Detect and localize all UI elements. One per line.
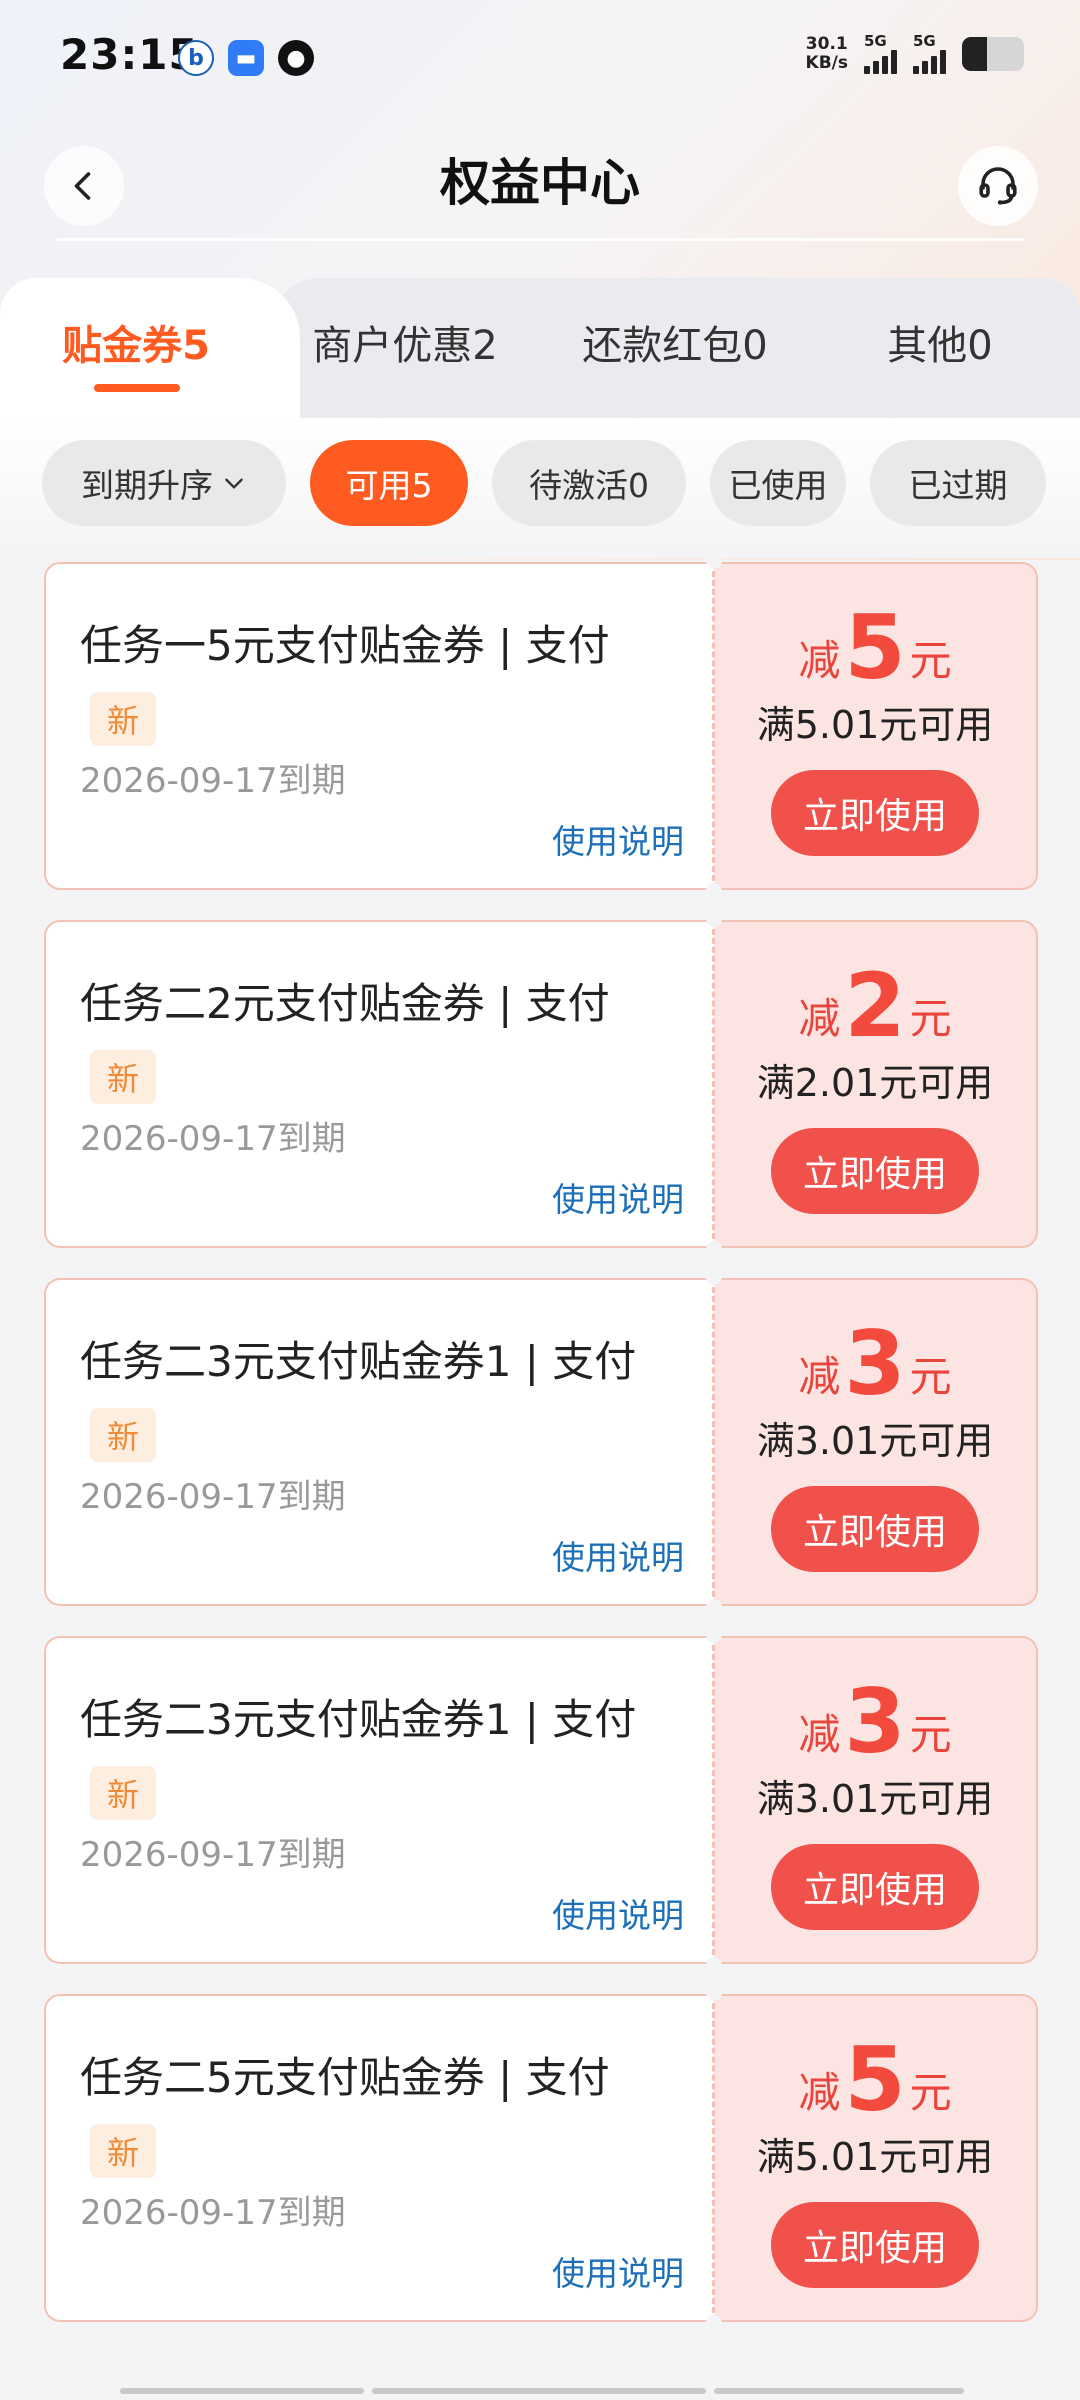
browser-notification-icon: b [178, 40, 214, 76]
message-notification-icon: ▬ [228, 40, 264, 76]
coupon-condition: 满5.01元可用 [756, 2135, 994, 2179]
coupon-expiry: 2026-09-17到期 [80, 1477, 346, 1517]
coupon-title: 任务一5元支付贴金券 | 支付 [80, 621, 610, 670]
qq-notification-icon: ● [278, 40, 314, 76]
discount-unit: 元 [909, 1710, 952, 1759]
coupon-discount: 减 3 元 [798, 1676, 951, 1768]
new-badge: 新 [90, 692, 156, 746]
filter-pending-activation[interactable]: 待激活0 [492, 440, 686, 526]
sim2-label: 5G [913, 32, 936, 50]
discount-amount: 5 [844, 2028, 906, 2131]
coupon-card: 任务二3元支付贴金券1 | 支付 新 2026-09-17到期 使用说明 减 3… [44, 1627, 1038, 1973]
headset-icon [979, 167, 1017, 205]
filter-expired[interactable]: 已过期 [870, 440, 1046, 526]
coupon-discount: 减 5 元 [798, 602, 951, 694]
coupon-title: 任务二3元支付贴金券1 | 支付 [80, 1337, 637, 1386]
coupon-condition: 满3.01元可用 [756, 1777, 994, 1821]
coupon-condition: 满2.01元可用 [756, 1061, 994, 1105]
usage-instructions-link[interactable]: 使用说明 [552, 2252, 684, 2296]
discount-prefix: 减 [798, 1710, 841, 1759]
discount-unit: 元 [909, 636, 952, 685]
category-tabs: 贴金券5 商户优惠2 还款红包0 其他0 [0, 278, 1080, 418]
status-indicators: 30.1 KB/s 5G 5G [806, 32, 1024, 74]
chevron-down-icon [225, 478, 243, 489]
filter-available[interactable]: 可用5 [310, 440, 468, 526]
coupon-discount: 减 2 元 [798, 960, 951, 1052]
coupon-title: 任务二2元支付贴金券 | 支付 [80, 979, 610, 1028]
usage-instructions-link[interactable]: 使用说明 [552, 1178, 684, 1222]
network-speed-value: 30.1 [805, 34, 848, 54]
coupon-discount: 减 3 元 [798, 1318, 951, 1410]
sim1-label: 5G [864, 32, 887, 50]
coupon-list: 任务一5元支付贴金券 | 支付 新 2026-09-17到期 使用说明 减 5 … [44, 553, 1038, 2352]
filter-used[interactable]: 已使用 [710, 440, 846, 526]
coupon-card: 任务一5元支付贴金券 | 支付 新 2026-09-17到期 使用说明 减 5 … [44, 553, 1038, 899]
use-now-button[interactable]: 立即使用 [771, 1844, 979, 1930]
status-bar: 23:15 b ▬ ● 30.1 KB/s 5G 5G [0, 0, 1080, 116]
tab-repayment-red-packets[interactable]: 还款红包0 [565, 318, 785, 374]
coupon-expiry: 2026-09-17到期 [80, 1119, 346, 1159]
discount-amount: 5 [844, 596, 906, 699]
coupon-expiry: 2026-09-17到期 [80, 2193, 346, 2233]
signal-sim2-icon: 5G [913, 32, 946, 74]
tab-merchant-offers[interactable]: 商户优惠2 [300, 318, 510, 374]
coupon-card: 任务二3元支付贴金券1 | 支付 新 2026-09-17到期 使用说明 减 3… [44, 1269, 1038, 1615]
discount-prefix: 减 [798, 994, 841, 1043]
usage-instructions-link[interactable]: 使用说明 [552, 1894, 684, 1938]
coupon-discount: 减 5 元 [798, 2034, 951, 2126]
coupon-title: 任务二3元支付贴金券1 | 支付 [80, 1695, 637, 1744]
discount-unit: 元 [909, 1352, 952, 1401]
sort-label: 到期升序 [81, 466, 213, 505]
usage-instructions-link[interactable]: 使用说明 [552, 1536, 684, 1580]
tab-gold-coupons[interactable]: 贴金券5 [36, 318, 236, 374]
new-badge: 新 [90, 1050, 156, 1104]
coupon-expiry: 2026-09-17到期 [80, 761, 346, 801]
scroll-indicator [120, 2388, 964, 2394]
discount-amount: 3 [844, 1670, 906, 1773]
tab-others[interactable]: 其他0 [860, 318, 1020, 374]
use-now-button[interactable]: 立即使用 [771, 2202, 979, 2288]
discount-unit: 元 [909, 994, 952, 1043]
coupon-condition: 满3.01元可用 [756, 1419, 994, 1463]
notification-icons: b ▬ ● [178, 40, 314, 76]
coupon-expiry: 2026-09-17到期 [80, 1835, 346, 1875]
signal-sim1-icon: 5G [864, 32, 897, 74]
discount-prefix: 减 [798, 636, 841, 685]
customer-service-button[interactable] [958, 146, 1038, 226]
new-badge: 新 [90, 1408, 156, 1462]
new-badge: 新 [90, 1766, 156, 1820]
page-title: 权益中心 [440, 154, 640, 212]
discount-prefix: 减 [798, 2068, 841, 2117]
coupon-title: 任务二5元支付贴金券 | 支付 [80, 2053, 610, 2102]
discount-amount: 3 [844, 1312, 906, 1415]
discount-prefix: 减 [798, 1352, 841, 1401]
usage-instructions-link[interactable]: 使用说明 [552, 820, 684, 864]
network-speed-unit: KB/s [805, 53, 848, 73]
discount-amount: 2 [844, 954, 906, 1057]
coupon-card: 任务二2元支付贴金券 | 支付 新 2026-09-17到期 使用说明 减 2 … [44, 911, 1038, 1257]
discount-unit: 元 [909, 2068, 952, 2117]
filter-chips: 到期升序 可用5 待激活0 已使用 已过期 [42, 440, 1046, 526]
network-speed: 30.1 KB/s [806, 35, 848, 73]
coupon-condition: 满5.01元可用 [756, 703, 994, 747]
sort-dropdown[interactable]: 到期升序 [42, 440, 286, 526]
use-now-button[interactable]: 立即使用 [771, 1128, 979, 1214]
active-tab-indicator [94, 384, 180, 392]
new-badge: 新 [90, 2124, 156, 2178]
use-now-button[interactable]: 立即使用 [771, 1486, 979, 1572]
use-now-button[interactable]: 立即使用 [771, 770, 979, 856]
header-divider [56, 238, 1024, 241]
coupon-card: 任务二5元支付贴金券 | 支付 新 2026-09-17到期 使用说明 减 5 … [44, 1985, 1038, 2331]
battery-icon [962, 37, 1024, 71]
